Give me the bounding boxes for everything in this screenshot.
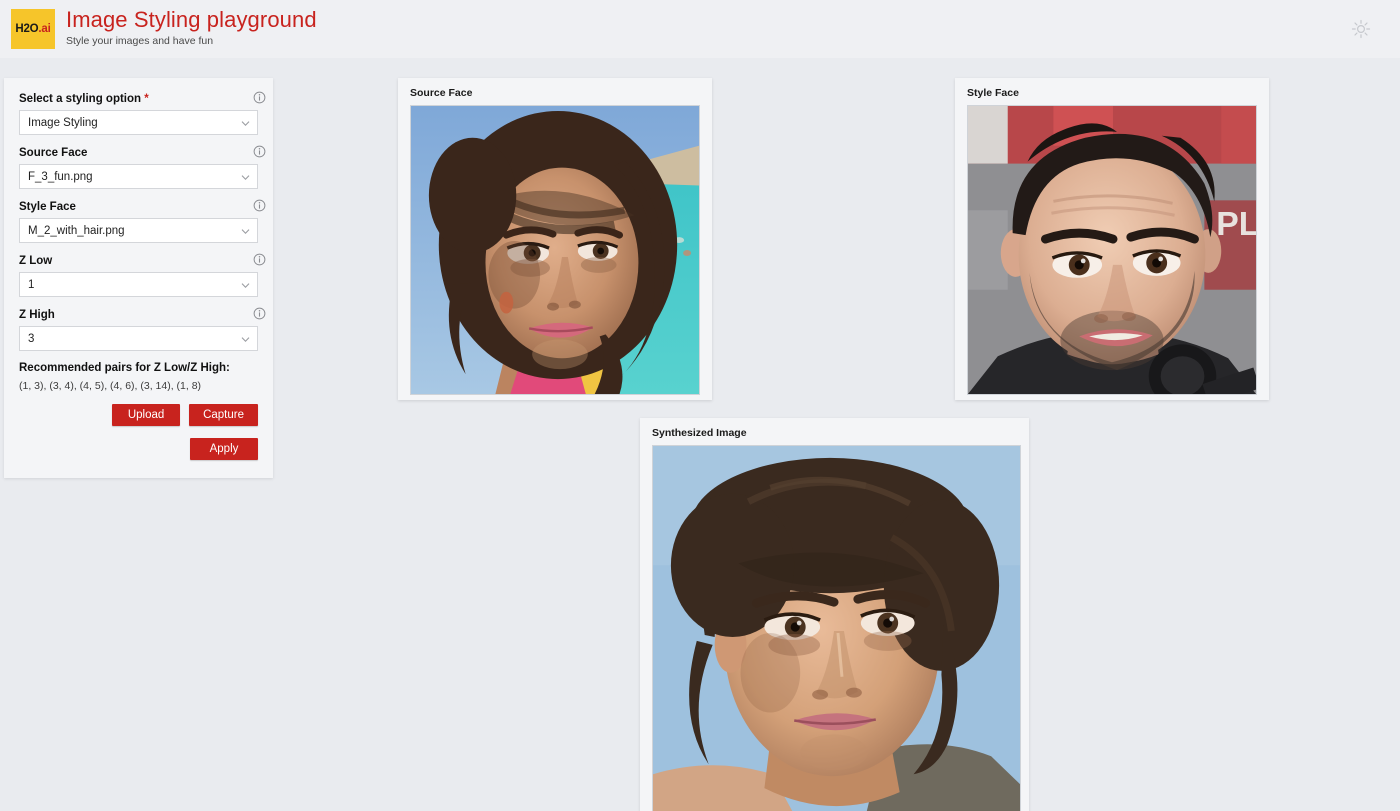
field-source-face: Source Face F_3_fun.png bbox=[19, 145, 266, 189]
field-style-face: Style Face M_2_with_hair.png bbox=[19, 199, 266, 243]
chevron-down-icon bbox=[241, 227, 250, 236]
app-header: H2O.ai Image Styling playground Style yo… bbox=[0, 0, 1400, 58]
svg-text:PL: PL bbox=[1216, 205, 1257, 243]
recommended-pairs-title: Recommended pairs for Z Low/Z High: bbox=[19, 362, 230, 374]
primary-button-row: Upload Capture bbox=[19, 404, 258, 426]
source-face-image bbox=[410, 105, 700, 395]
synthesized-image bbox=[652, 445, 1021, 811]
label-style-face: Style Face bbox=[19, 201, 76, 213]
label-source-face: Source Face bbox=[19, 147, 88, 159]
select-source-face[interactable]: F_3_fun.png bbox=[19, 164, 258, 189]
logo-suffix: .ai bbox=[38, 23, 51, 35]
capture-button[interactable]: Capture bbox=[189, 404, 258, 426]
logo-text: H2O.ai bbox=[15, 23, 50, 35]
chevron-down-icon bbox=[241, 119, 250, 128]
form-fields: Select a styling option * Image Styling So… bbox=[19, 91, 266, 351]
sun-icon[interactable] bbox=[1350, 18, 1372, 40]
page-title: Image Styling playground bbox=[66, 7, 317, 32]
info-icon[interactable] bbox=[253, 199, 266, 212]
header-title-wrap: Image Styling playground Style your imag… bbox=[66, 7, 317, 48]
info-icon[interactable] bbox=[253, 307, 266, 320]
info-icon[interactable] bbox=[253, 145, 266, 158]
select-value-style-face: M_2_with_hair.png bbox=[28, 224, 125, 237]
info-icon[interactable] bbox=[253, 91, 266, 104]
select-z-high[interactable]: 3 bbox=[19, 326, 258, 351]
h2o-logo: H2O.ai bbox=[11, 9, 55, 49]
select-value-source-face: F_3_fun.png bbox=[28, 170, 93, 183]
source-face-card-title: Source Face bbox=[410, 87, 473, 99]
style-face-card: Style Face PL bbox=[955, 78, 1269, 400]
source-face-card: Source Face bbox=[398, 78, 712, 400]
style-face-card-title: Style Face bbox=[967, 87, 1019, 99]
recommended-pairs-values: (1, 3), (3, 4), (4, 5), (4, 6), (3, 14),… bbox=[19, 380, 202, 392]
logo-main: H2O bbox=[15, 23, 39, 35]
app-root: H2O.ai Image Styling playground Style yo… bbox=[0, 0, 1400, 811]
select-value-styling-option: Image Styling bbox=[28, 116, 98, 129]
label-z-high: Z High bbox=[19, 309, 55, 321]
chevron-down-icon bbox=[241, 173, 250, 182]
upload-button[interactable]: Upload bbox=[112, 404, 181, 426]
synthesized-image-card: Synthesized Image bbox=[640, 418, 1029, 811]
synthesized-image-card-title: Synthesized Image bbox=[652, 427, 747, 439]
field-z-high: Z High 3 bbox=[19, 307, 266, 351]
label-z-low: Z Low bbox=[19, 255, 53, 267]
info-icon[interactable] bbox=[253, 253, 266, 266]
required-marker: * bbox=[141, 93, 149, 105]
page-subtitle: Style your images and have fun bbox=[66, 35, 214, 47]
select-styling-option[interactable]: Image Styling bbox=[19, 110, 258, 135]
field-styling-option: Select a styling option * Image Styling bbox=[19, 91, 266, 135]
chevron-down-icon bbox=[241, 335, 250, 344]
styling-form-panel: Select a styling option * Image Styling So… bbox=[4, 78, 273, 478]
apply-button[interactable]: Apply bbox=[190, 438, 258, 460]
chevron-down-icon bbox=[241, 281, 250, 290]
field-z-low: Z Low 1 bbox=[19, 253, 266, 297]
select-style-face[interactable]: M_2_with_hair.png bbox=[19, 218, 258, 243]
select-z-low[interactable]: 1 bbox=[19, 272, 258, 297]
select-value-z-high: 3 bbox=[28, 332, 35, 345]
apply-button-row: Apply bbox=[19, 438, 258, 460]
select-value-z-low: 1 bbox=[28, 278, 35, 291]
label-styling-option: Select a styling option * bbox=[19, 93, 149, 105]
style-face-image: PL bbox=[967, 105, 1257, 395]
